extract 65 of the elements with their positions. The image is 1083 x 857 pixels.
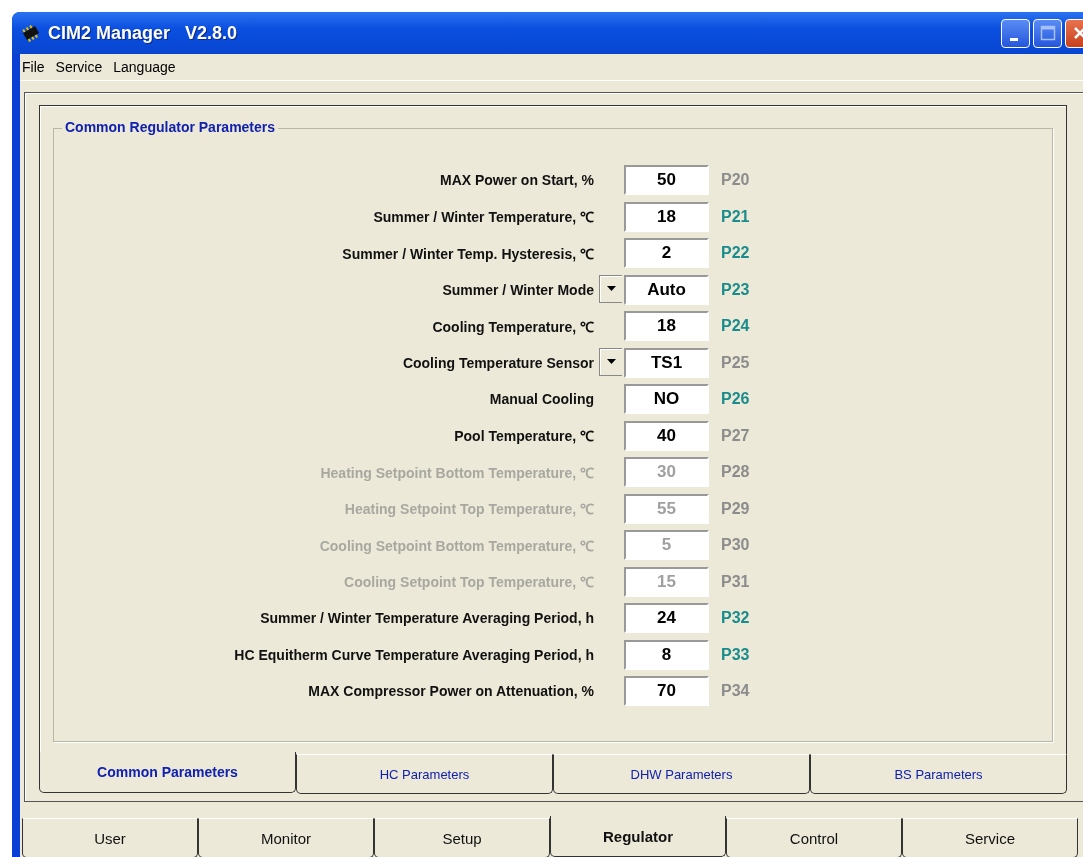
dropdown-field[interactable]: Auto <box>624 274 709 305</box>
parameter-label: Cooling Temperature, ℃ <box>431 317 594 336</box>
caret-icon <box>606 286 616 291</box>
main-tab[interactable]: User <box>22 818 198 857</box>
close-icon <box>1071 25 1083 41</box>
parameter-code: P22 <box>721 244 750 262</box>
caret-icon <box>606 359 616 364</box>
value-field[interactable]: 70 <box>624 676 709 706</box>
minimize-button[interactable] <box>1001 18 1030 48</box>
maximize-icon <box>1039 25 1056 41</box>
parameter-code: P33 <box>721 645 750 664</box>
parameter-code: P30 <box>721 536 750 554</box>
window-title: CIM2 Manager V2.8.0 <box>48 22 238 44</box>
parameter-code: P28 <box>721 463 750 481</box>
parameter-code: P34 <box>721 682 750 700</box>
maximize-button[interactable] <box>1033 18 1062 48</box>
parameter-label: Summer / Winter Temperature Averaging Period, h <box>259 610 594 626</box>
parameter-label: MAX Power on Start, % <box>438 172 594 188</box>
value-field[interactable]: 8 <box>624 639 709 670</box>
dropdown-button[interactable] <box>599 347 622 376</box>
parameter-code: P21 <box>721 207 750 226</box>
value-field[interactable]: 18 <box>624 311 709 341</box>
menu-item[interactable]: Language <box>111 59 179 75</box>
parameter-label: Cooling Setpoint Bottom Temperature, ℃ <box>318 536 594 555</box>
main-tab[interactable]: Service <box>902 818 1078 857</box>
menu-item[interactable]: Service <box>53 59 106 75</box>
sub-tab[interactable]: DHW Parameters <box>553 754 810 794</box>
parameter-label: Summer / Winter Temperature, ℃ <box>372 208 594 226</box>
parameter-code: P26 <box>721 390 750 408</box>
parameter-code: P31 <box>721 572 750 591</box>
parameter-label: Summer / Winter Temp. Hysteresis, ℃ <box>341 244 594 263</box>
main-tab[interactable]: Control <box>726 818 902 857</box>
value-field[interactable]: 18 <box>624 201 709 232</box>
dropdown-button[interactable] <box>599 274 622 303</box>
sub-tab[interactable]: Common Parameters <box>39 752 296 793</box>
parameter-label: HC Equitherm Curve Temperature Averaging Period, h <box>233 646 594 663</box>
parameter-label: Heating Setpoint Bottom Temperature, ℃ <box>319 463 594 482</box>
parameter-code: P32 <box>721 609 750 627</box>
value-field[interactable]: 24 <box>624 603 709 633</box>
value-field[interactable]: 40 <box>624 420 709 451</box>
parameter-code: P24 <box>721 317 750 335</box>
parameter-label: Cooling Temperature Sensor <box>401 354 594 371</box>
main-tab[interactable]: Monitor <box>198 818 374 857</box>
value-field[interactable]: 50 <box>624 165 709 195</box>
main-tab[interactable]: Setup <box>374 818 550 857</box>
dropdown-field[interactable]: TS1 <box>624 347 709 378</box>
value-field[interactable]: NO <box>624 384 709 414</box>
group-title: Common Regulator Parameters <box>62 119 279 135</box>
menu-item[interactable]: File <box>20 59 48 75</box>
parameter-label: Manual Cooling <box>488 391 594 407</box>
value-field[interactable]: 2 <box>624 238 709 268</box>
parameter-code: P27 <box>721 426 750 445</box>
sub-tab[interactable]: HC Parameters <box>296 754 553 794</box>
parameter-code: P20 <box>721 171 750 189</box>
parameter-label: MAX Compressor Power on Attenuation, % <box>307 683 594 699</box>
parameter-label: Pool Temperature, ℃ <box>453 427 594 445</box>
sub-tab[interactable]: BS Parameters <box>810 754 1067 794</box>
parameter-code: P29 <box>721 499 750 518</box>
parameter-label: Cooling Setpoint Top Temperature, ℃ <box>343 573 594 591</box>
parameter-label: Heating Setpoint Top Temperature, ℃ <box>343 500 594 518</box>
minimize-icon <box>1009 37 1018 41</box>
parameter-code: P25 <box>721 353 750 372</box>
parameter-label: Summer / Winter Mode <box>441 281 594 298</box>
parameter-code: P23 <box>721 280 750 299</box>
main-tab[interactable]: Regulator <box>550 816 726 857</box>
